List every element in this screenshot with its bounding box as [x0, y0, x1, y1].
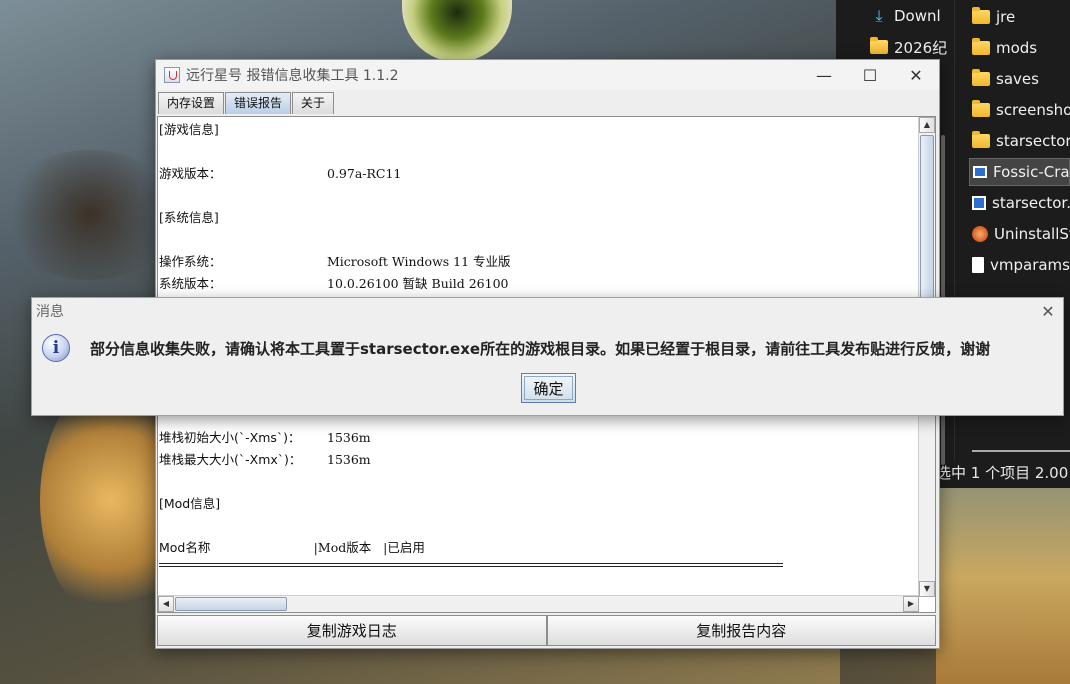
file-item-selected[interactable]: Fossic-Crash: [969, 158, 1070, 186]
report-key: 操作系统：: [159, 254, 222, 269]
maximize-button[interactable]: ☐: [847, 60, 893, 90]
file-item[interactable]: saves: [972, 65, 1039, 93]
folder-icon: [870, 37, 888, 54]
report-line: [系统信息]: [159, 207, 919, 229]
report-key: [Mod信息]: [159, 496, 221, 511]
uninstall-icon: [972, 226, 988, 242]
horizontal-scroll-thumb[interactable]: [175, 597, 287, 611]
file-item[interactable]: mods: [972, 34, 1037, 62]
report-line: 操作系统： Microsoft Windows 11 专业版: [159, 251, 919, 273]
file-item[interactable]: vmparams: [972, 251, 1070, 279]
report-line: [159, 515, 919, 537]
status-bar-text: 选中 1 个项目 2.00 M: [936, 464, 1070, 482]
app-icon: [973, 166, 987, 178]
report-key: 系统版本：: [159, 276, 222, 291]
report-value: |Mod版本 |已启用: [210, 540, 425, 555]
copy-report-button[interactable]: 复制报告内容: [546, 615, 936, 646]
report-line: [159, 229, 919, 251]
minimize-button[interactable]: —: [801, 60, 847, 90]
folder-icon: [972, 131, 990, 148]
file-item[interactable]: starsector.: [972, 189, 1070, 217]
report-key: [游戏信息]: [159, 122, 219, 137]
folder-icon: [972, 7, 990, 24]
scroll-up-arrow-icon[interactable]: ▲: [919, 117, 935, 133]
dialog-title: 消息: [36, 304, 64, 320]
report-key: Mod名称: [159, 540, 211, 555]
report-line: [游戏信息]: [159, 119, 919, 141]
copy-game-log-button[interactable]: 复制游戏日志: [157, 615, 547, 646]
report-line: 系统版本： 10.0.26100 暂缺 Build 26100: [159, 273, 919, 295]
file-icon: [972, 257, 984, 273]
report-line: [159, 141, 919, 163]
java-app-icon: [164, 67, 180, 83]
content-scrollbar[interactable]: [972, 450, 1070, 452]
scroll-left-arrow-icon[interactable]: ◀: [158, 596, 174, 612]
tab-memory-settings[interactable]: 内存设置: [158, 92, 225, 114]
message-dialog: 消息 ✕ i 部分信息收集失败，请确认将本工具置于starsector.exe所…: [31, 297, 1064, 416]
report-key: [系统信息]: [159, 210, 219, 225]
report-key: 堆栈最大大小(`-Xmx`)：: [159, 452, 302, 467]
file-item[interactable]: screenshot: [972, 96, 1070, 124]
ok-button[interactable]: 确定: [521, 373, 576, 403]
report-line: [159, 185, 919, 207]
report-line: 堆栈初始大小(`-Xms`)： 1536m: [159, 427, 919, 449]
nav-item-folder[interactable]: 2026纪: [870, 33, 947, 61]
report-value: Microsoft Windows 11 专业版: [327, 254, 511, 269]
report-line: [159, 471, 919, 493]
scroll-down-arrow-icon[interactable]: ▼: [919, 581, 935, 597]
folder-icon: [972, 38, 990, 55]
close-button[interactable]: ✕: [893, 60, 939, 90]
file-item[interactable]: UninstallSt: [972, 220, 1070, 248]
horizontal-scrollbar[interactable]: ◀ ▶: [158, 595, 919, 612]
report-line: 游戏版本： 0.97a-RC11: [159, 163, 919, 185]
file-item[interactable]: starsector-: [972, 127, 1070, 155]
report-line: Mod名称 |Mod版本 |已启用: [159, 537, 919, 559]
report-line: [Mod信息]: [159, 493, 919, 515]
report-key: 堆栈初始大小(`-Xms`)：: [159, 430, 301, 445]
folder-icon: [972, 100, 990, 117]
report-value: 1536m: [327, 452, 371, 467]
wallpaper-shape: [0, 150, 180, 280]
info-icon: i: [42, 334, 70, 362]
report-value: 1536m: [327, 430, 371, 445]
folder-icon: [972, 69, 990, 86]
vertical-scroll-thumb[interactable]: [920, 135, 934, 315]
tab-error-report[interactable]: 错误报告: [225, 92, 292, 114]
title-bar[interactable]: 远行星号 报错信息收集工具 1.1.2 — ☐ ✕: [156, 60, 939, 90]
report-key: 游戏版本：: [159, 166, 222, 181]
scroll-right-arrow-icon[interactable]: ▶: [903, 596, 919, 612]
dialog-close-button[interactable]: ✕: [1033, 302, 1063, 321]
download-icon: ⤓: [875, 6, 883, 25]
window-title: 远行星号 报错信息收集工具 1.1.2: [186, 68, 399, 84]
dialog-message: 部分信息收集失败，请确认将本工具置于starsector.exe所在的游戏根目录…: [90, 340, 991, 358]
app-icon: [972, 196, 986, 210]
tab-about[interactable]: 关于: [292, 92, 335, 114]
report-line: 堆栈最大大小(`-Xmx`)： 1536m: [159, 449, 919, 471]
report-value: 10.0.26100 暂缺 Build 26100: [327, 276, 509, 291]
wallpaper-shape: [936, 470, 1070, 684]
tab-bar: 内存设置 错误报告 关于: [158, 92, 335, 114]
action-buttons: 复制游戏日志 复制报告内容: [157, 615, 936, 646]
file-item[interactable]: jre: [972, 3, 1015, 31]
table-separator: [159, 563, 783, 567]
nav-item-downloads[interactable]: ⤓ Downl: [870, 2, 940, 30]
dialog-title-bar[interactable]: 消息 ✕: [32, 298, 1063, 324]
report-value: 0.97a-RC11: [327, 166, 402, 181]
